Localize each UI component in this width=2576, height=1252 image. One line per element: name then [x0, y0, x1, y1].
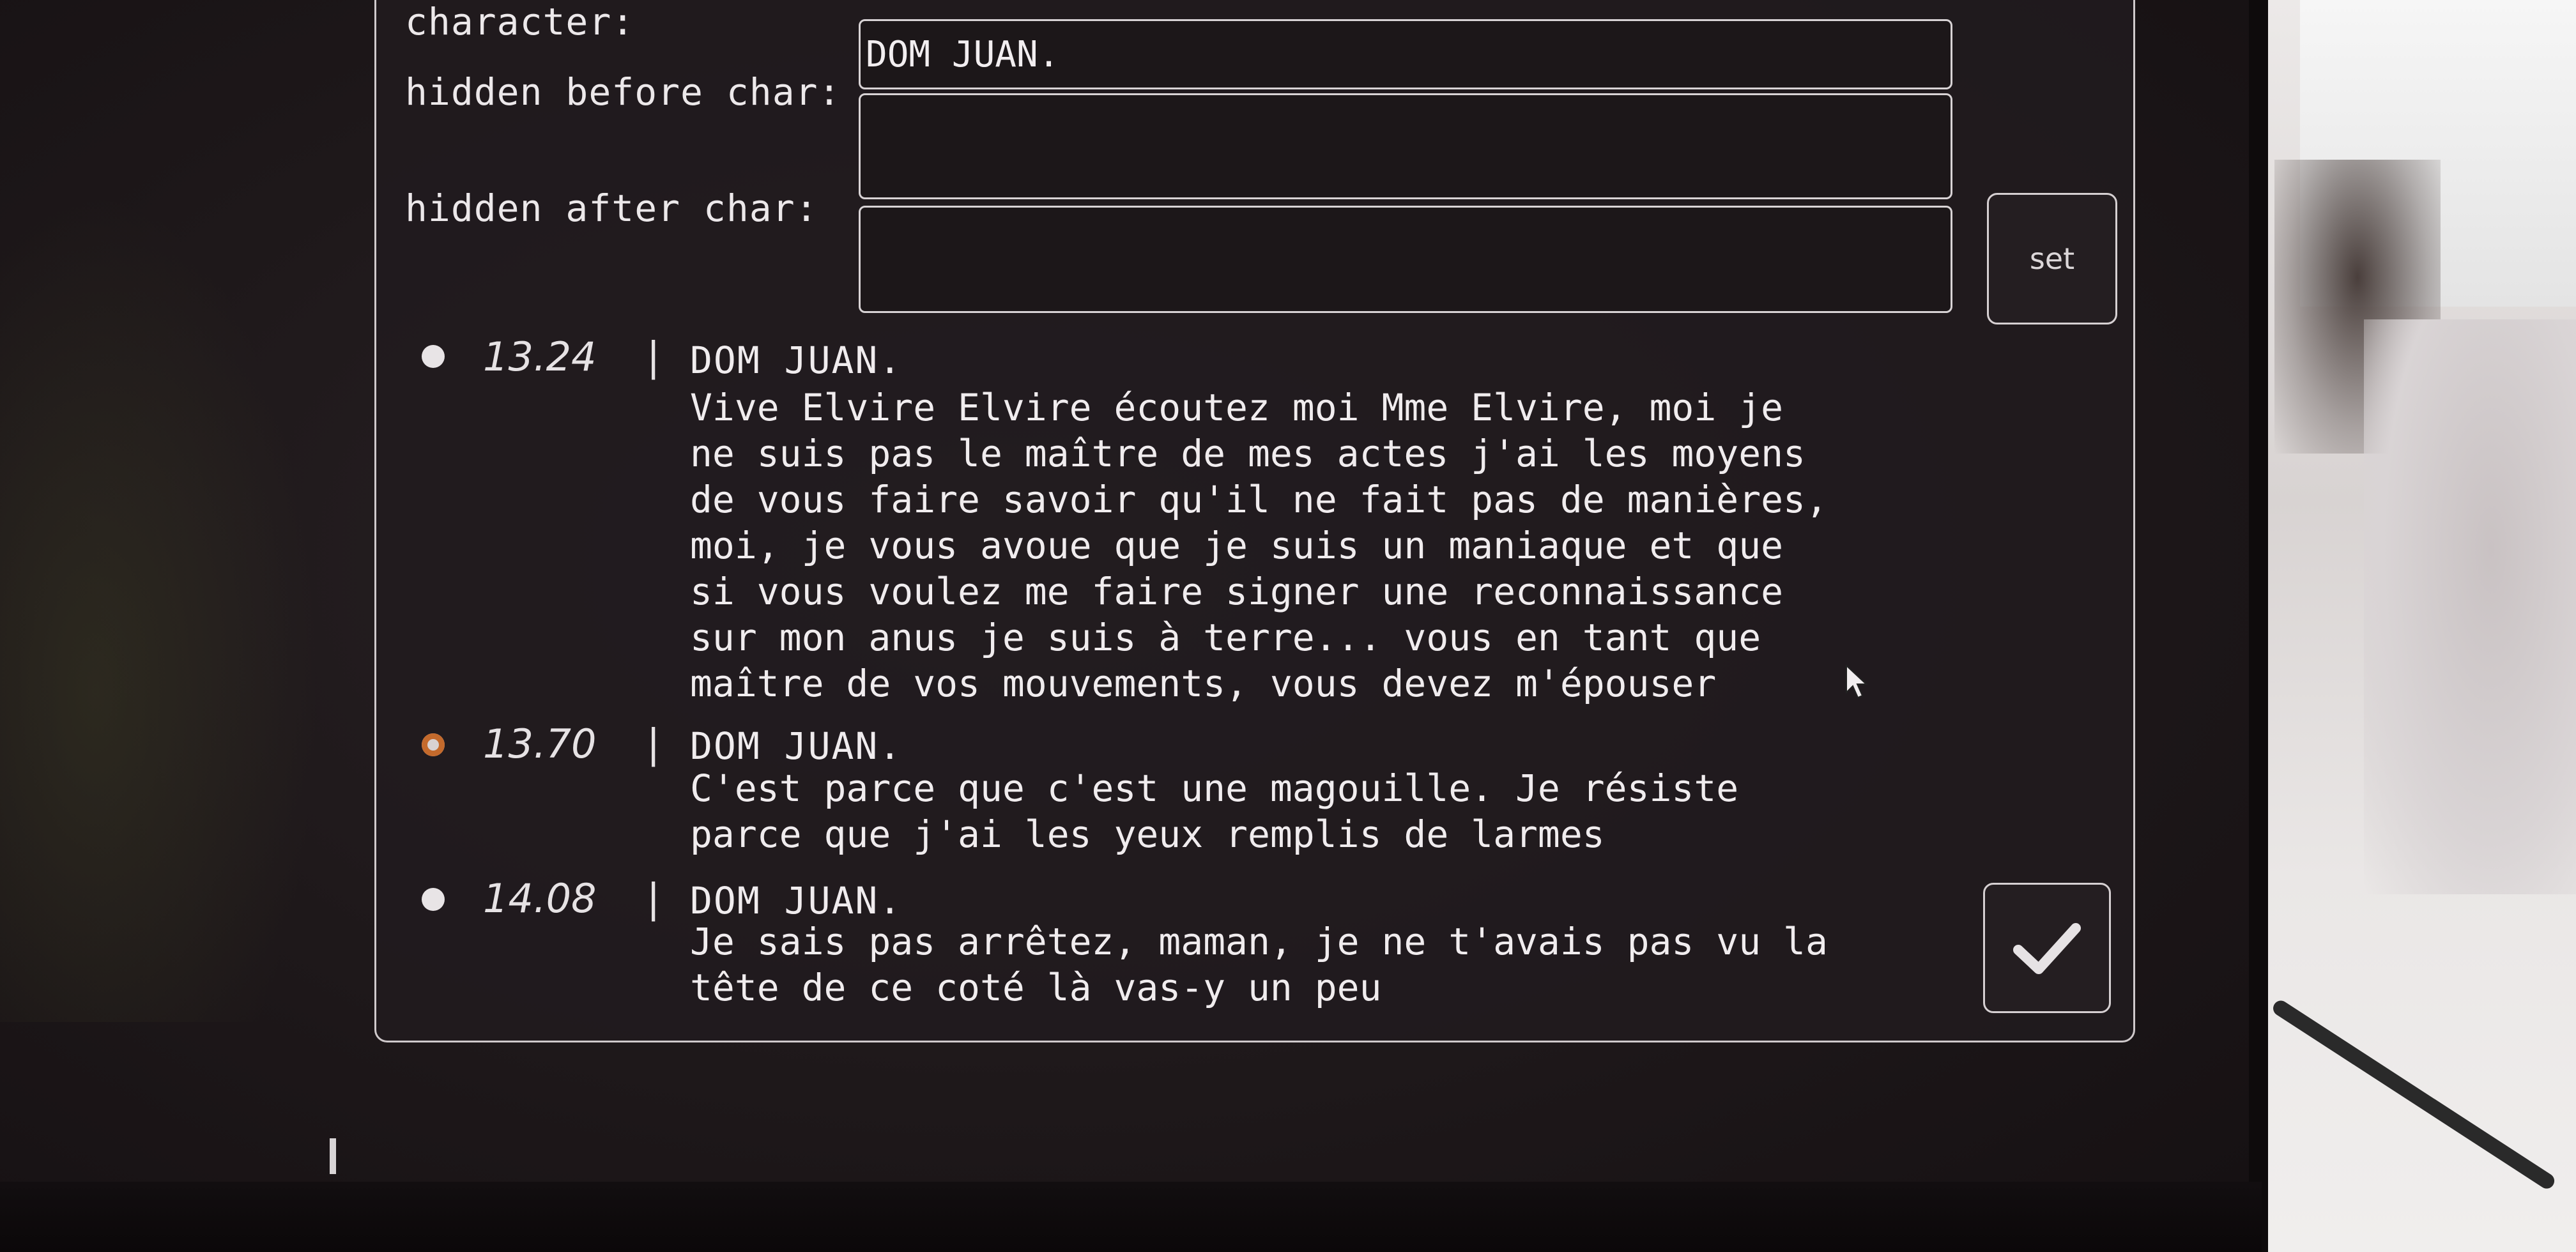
confirm-button[interactable] [1983, 883, 2111, 1013]
entry-line: maître de vos mouvements, vous devez m'é… [690, 662, 1717, 705]
entry-line: moi, je vous avoue que je suis un maniaq… [690, 524, 1784, 567]
text-caret [330, 1138, 336, 1174]
set-button-label: set [2029, 241, 2075, 276]
monitor-bezel-bottom [0, 1182, 2262, 1252]
entry-separator: | [641, 333, 666, 380]
entry-time: 13.70 [483, 721, 597, 767]
entry-line: parce que j'ai les yeux remplis de larme… [690, 813, 1605, 856]
hidden-after-label: hidden after char: [405, 187, 818, 230]
entry-line: sur mon anus je suis à terre... vous en … [690, 616, 1761, 659]
character-input[interactable] [859, 19, 1952, 89]
hidden-before-input[interactable] [859, 93, 1952, 199]
set-button[interactable]: set [1987, 193, 2117, 324]
entry-speaker: DOM JUAN. [690, 339, 903, 382]
entry-line: Vive Elvire Elvire écoutez moi Mme Elvir… [690, 386, 1784, 429]
entry-line: Je sais pas arrêtez, maman, je ne t'avai… [690, 920, 1828, 963]
hidden-after-input[interactable] [859, 206, 1952, 313]
room-figure [2364, 319, 2576, 894]
monitor-bezel-right [2249, 0, 2268, 1252]
dot-icon [422, 345, 445, 368]
entry-line: tête de ce coté là vas-y un peu [690, 966, 1382, 1009]
entry-separator: | [641, 875, 666, 922]
dot-icon [422, 888, 445, 911]
active-dot-icon [422, 733, 445, 756]
entry-line: si vous voulez me faire signer une recon… [690, 570, 1784, 613]
entry-separator: | [641, 721, 666, 767]
entry-line: ne suis pas le maître de mes actes j'ai … [690, 432, 1805, 475]
entry-time: 13.24 [483, 333, 597, 380]
character-label: character: [405, 0, 635, 43]
checkmark-icon [2013, 923, 2081, 974]
hidden-before-label: hidden before char: [405, 70, 841, 114]
entry-line: C'est parce que c'est une magouille. Je … [690, 767, 1739, 810]
entry-speaker: DOM JUAN. [690, 879, 903, 922]
entry-time: 14.08 [483, 875, 597, 922]
screen-glare [0, 192, 319, 1022]
entry-line: de vous faire savoir qu'il ne fait pas d… [690, 478, 1828, 521]
mouse-pointer-icon [1846, 664, 1868, 699]
entry-speaker: DOM JUAN. [690, 724, 903, 768]
